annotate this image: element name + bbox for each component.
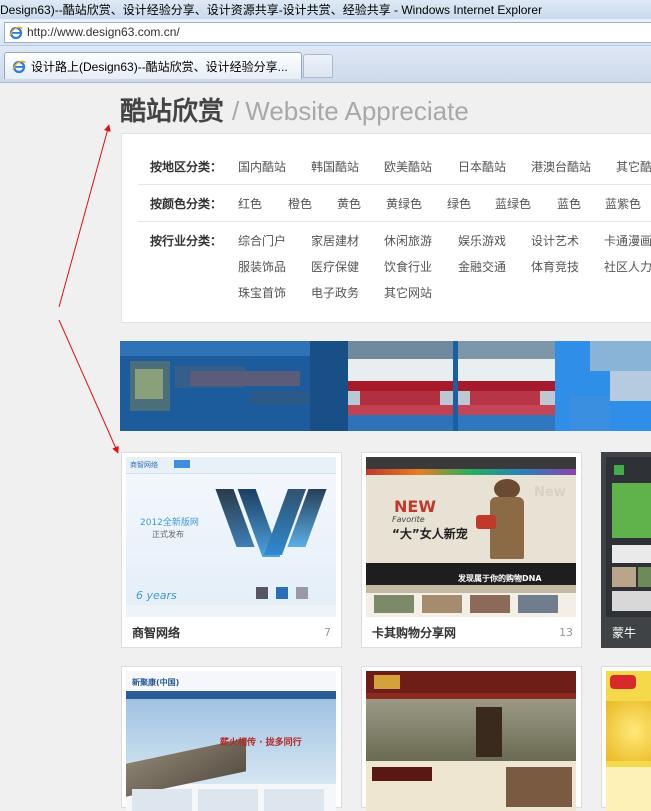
arrow-to-heading <box>58 124 111 308</box>
annotation-arrows <box>58 124 119 454</box>
arrow-to-cards <box>58 319 119 454</box>
